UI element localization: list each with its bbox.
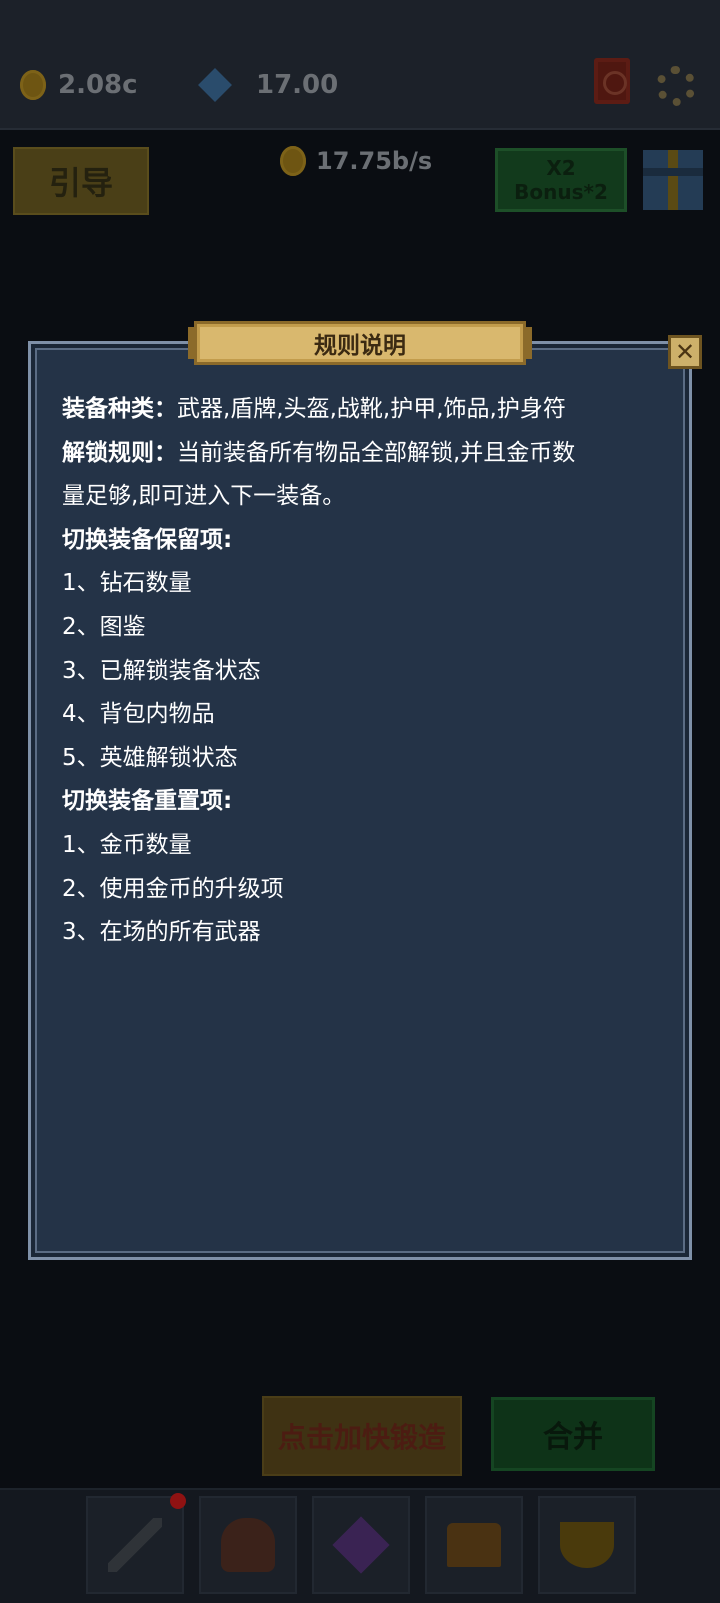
tab-backpack[interactable] [425, 1496, 523, 1594]
dialog-title-plate: 规则说明 [194, 321, 526, 365]
unlock-rule-row: 解锁规则：当前装备所有物品全部解锁,并且金币数 [62, 432, 662, 476]
keep-heading-text: 切换装备保留项: [62, 526, 233, 553]
bonus-multiplier: X2 [546, 156, 576, 180]
coin-icon [20, 70, 46, 100]
notification-dot [170, 1493, 186, 1509]
trophy-icon [560, 1522, 614, 1568]
list-item: 1、钻石数量 [62, 570, 192, 597]
tab-weapons[interactable] [86, 1496, 184, 1594]
helmet-icon [221, 1518, 275, 1572]
diamond-icon [198, 68, 232, 102]
gem-icon [332, 1516, 390, 1574]
gear-icon[interactable] [656, 66, 696, 106]
close-button[interactable]: ✕ [668, 335, 702, 369]
bonus-button[interactable]: X2 Bonus*2 [495, 148, 627, 212]
gold-counter: 2.08c [20, 70, 138, 100]
equip-types-row: 装备种类：武器,盾牌,头盔,战靴,护甲,饰品,护身符 [62, 388, 662, 432]
guide-button[interactable]: 引导 [13, 147, 149, 215]
reset-heading-text: 切换装备重置项: [62, 788, 233, 815]
sword-icon [108, 1518, 162, 1572]
equip-types-label: 装备种类： [62, 396, 177, 422]
dialog-title: 规则说明 [314, 333, 406, 359]
gold-amount: 2.08c [58, 70, 138, 100]
list-item: 2、使用金币的升级项 [62, 875, 284, 902]
tab-heroes[interactable] [199, 1496, 297, 1594]
list-item: 5、英雄解锁状态 [62, 744, 238, 771]
rules-content: 装备种类：武器,盾牌,头盔,战靴,护甲,饰品,护身符 解锁规则：当前装备所有物品… [62, 388, 662, 955]
book-icon[interactable] [594, 58, 630, 104]
unlock-rule-row-cont: 量足够,即可进入下一装备。 [62, 483, 346, 510]
gold-rate-value: 17.75b/s [316, 147, 433, 175]
unlock-rule-value: 当前装备所有物品全部解锁,并且金币数 [177, 439, 576, 466]
equip-types-value: 武器,盾牌,头盔,战靴,护甲,饰品,护身符 [177, 396, 566, 422]
list-item: 3、已解锁装备状态 [62, 657, 261, 684]
bonus-label: Bonus*2 [514, 180, 608, 204]
tab-gems[interactable] [312, 1496, 410, 1594]
tab-achievements[interactable] [538, 1496, 636, 1594]
gift-icon[interactable] [643, 150, 703, 210]
reset-heading: 切换装备重置项: [62, 780, 662, 824]
list-item: 2、图鉴 [62, 613, 146, 640]
chest-icon [447, 1523, 501, 1567]
merge-button[interactable]: 合并 [491, 1397, 655, 1471]
gold-rate: 17.75b/s [280, 146, 432, 176]
coin-icon [280, 146, 306, 176]
list-item: 3、在场的所有武器 [62, 919, 261, 946]
list-item: 4、背包内物品 [62, 701, 215, 728]
keep-heading: 切换装备保留项: [62, 519, 662, 563]
list-item: 1、金币数量 [62, 831, 192, 858]
unlock-rule-label: 解锁规则： [62, 439, 177, 466]
diamond-amount: 17.00 [256, 70, 339, 100]
diamond-counter: 17.00 [198, 68, 339, 102]
forge-speedup-button[interactable]: 点击加快锻造 [262, 1396, 462, 1476]
